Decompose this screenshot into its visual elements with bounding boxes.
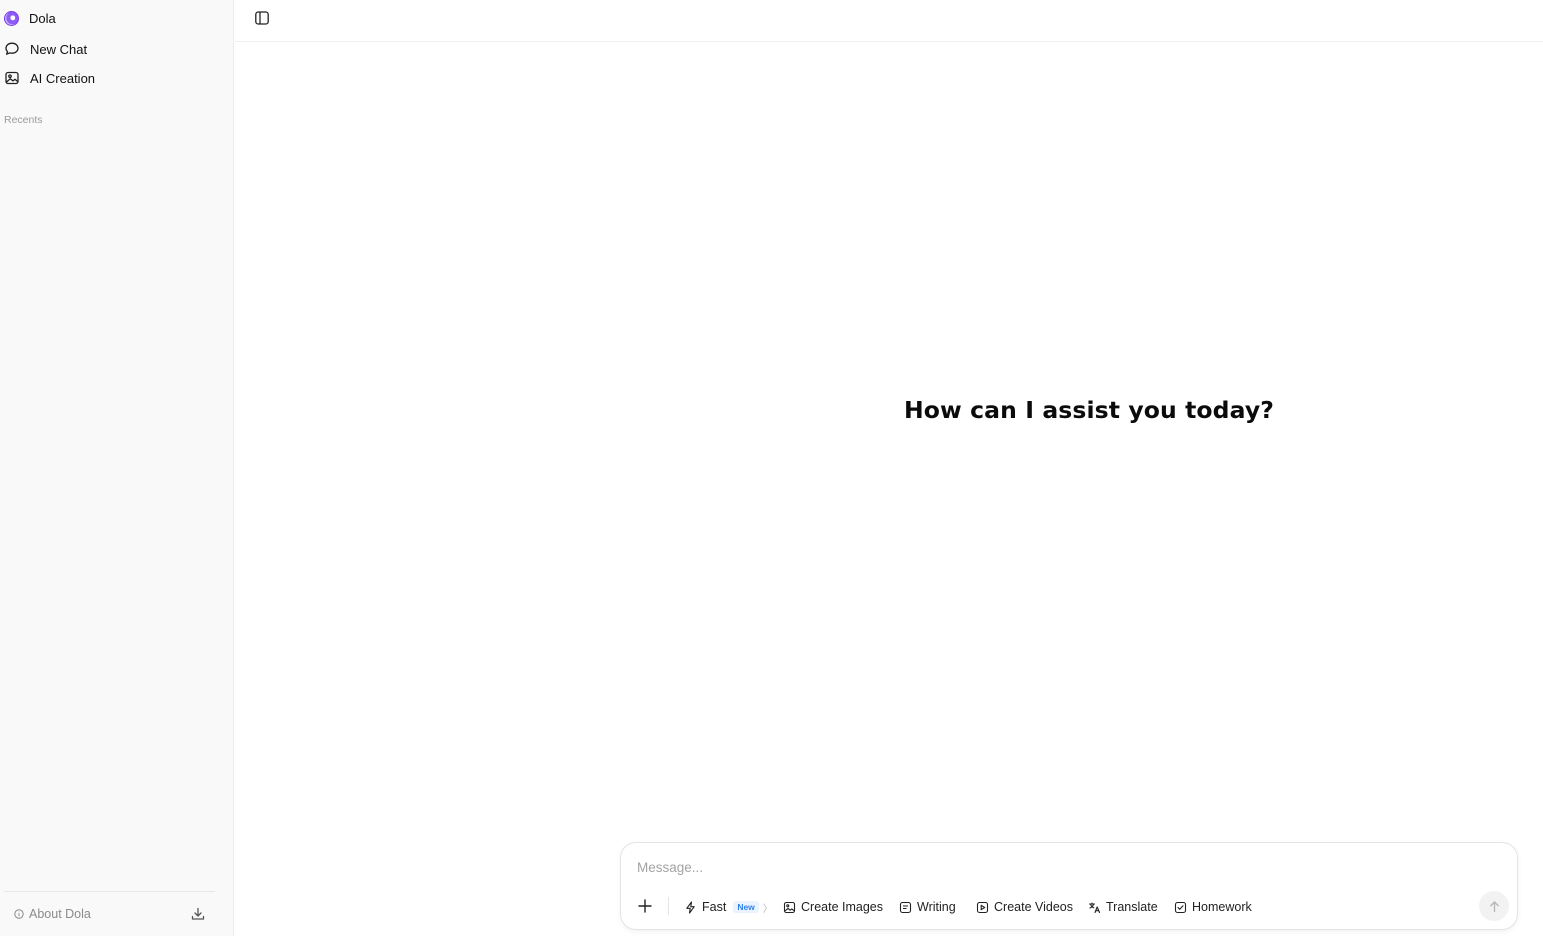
sidebar-toggle-icon[interactable]: [254, 10, 270, 26]
document-icon: [899, 901, 912, 913]
top-bar: [235, 0, 1543, 42]
about-label: About Dola: [29, 907, 91, 921]
tool-writing[interactable]: Writing: [899, 898, 956, 916]
tool-label: Create Images: [801, 900, 883, 914]
mode-label: Fast: [702, 900, 727, 914]
translate-icon: [1088, 901, 1101, 913]
sidebar: Dola New Chat AI Creation Recents About …: [0, 0, 234, 936]
message-input[interactable]: [637, 856, 1457, 878]
recents-heading: Recents: [4, 114, 43, 126]
about-link[interactable]: About Dola: [14, 907, 91, 921]
image-icon: [783, 901, 796, 913]
sidebar-item-label: New Chat: [30, 41, 88, 57]
tool-label: Homework: [1192, 900, 1252, 914]
mode-selector[interactable]: Fast New 〉: [684, 898, 773, 916]
video-icon: [976, 901, 989, 913]
image-icon: [5, 71, 19, 85]
info-icon: [14, 909, 24, 919]
chat-bubble-icon: [5, 42, 19, 55]
tool-translate[interactable]: Translate: [1088, 898, 1158, 916]
lightning-icon: [686, 900, 695, 914]
dola-logo-icon: [4, 10, 19, 26]
sidebar-item-new-chat[interactable]: New Chat: [4, 39, 87, 59]
new-badge: New: [733, 901, 759, 913]
divider: [668, 897, 669, 915]
page-title: How can I assist you today?: [904, 396, 1274, 424]
arrow-up-icon: [1489, 900, 1499, 912]
sidebar-item-label: AI Creation: [30, 70, 96, 86]
download-icon[interactable]: [190, 906, 206, 922]
send-button[interactable]: [1479, 891, 1509, 921]
sidebar-footer: About Dola: [4, 891, 215, 937]
brand-name: Dola: [29, 10, 56, 26]
tool-label: Create Videos: [994, 900, 1073, 914]
tool-homework[interactable]: Homework: [1174, 898, 1252, 916]
plus-icon[interactable]: [637, 898, 653, 914]
homework-icon: [1174, 901, 1187, 913]
tool-create-videos[interactable]: Create Videos: [976, 898, 1073, 916]
tool-label: Translate: [1106, 900, 1158, 914]
sidebar-item-ai-creation[interactable]: AI Creation: [4, 68, 95, 88]
chevron-right-icon: 〉: [762, 903, 773, 915]
brand[interactable]: Dola: [4, 9, 56, 27]
message-composer: Fast New 〉 Create Images Writing Create …: [620, 842, 1518, 930]
tool-create-images[interactable]: Create Images: [783, 898, 883, 916]
tool-label: Writing: [917, 900, 956, 914]
